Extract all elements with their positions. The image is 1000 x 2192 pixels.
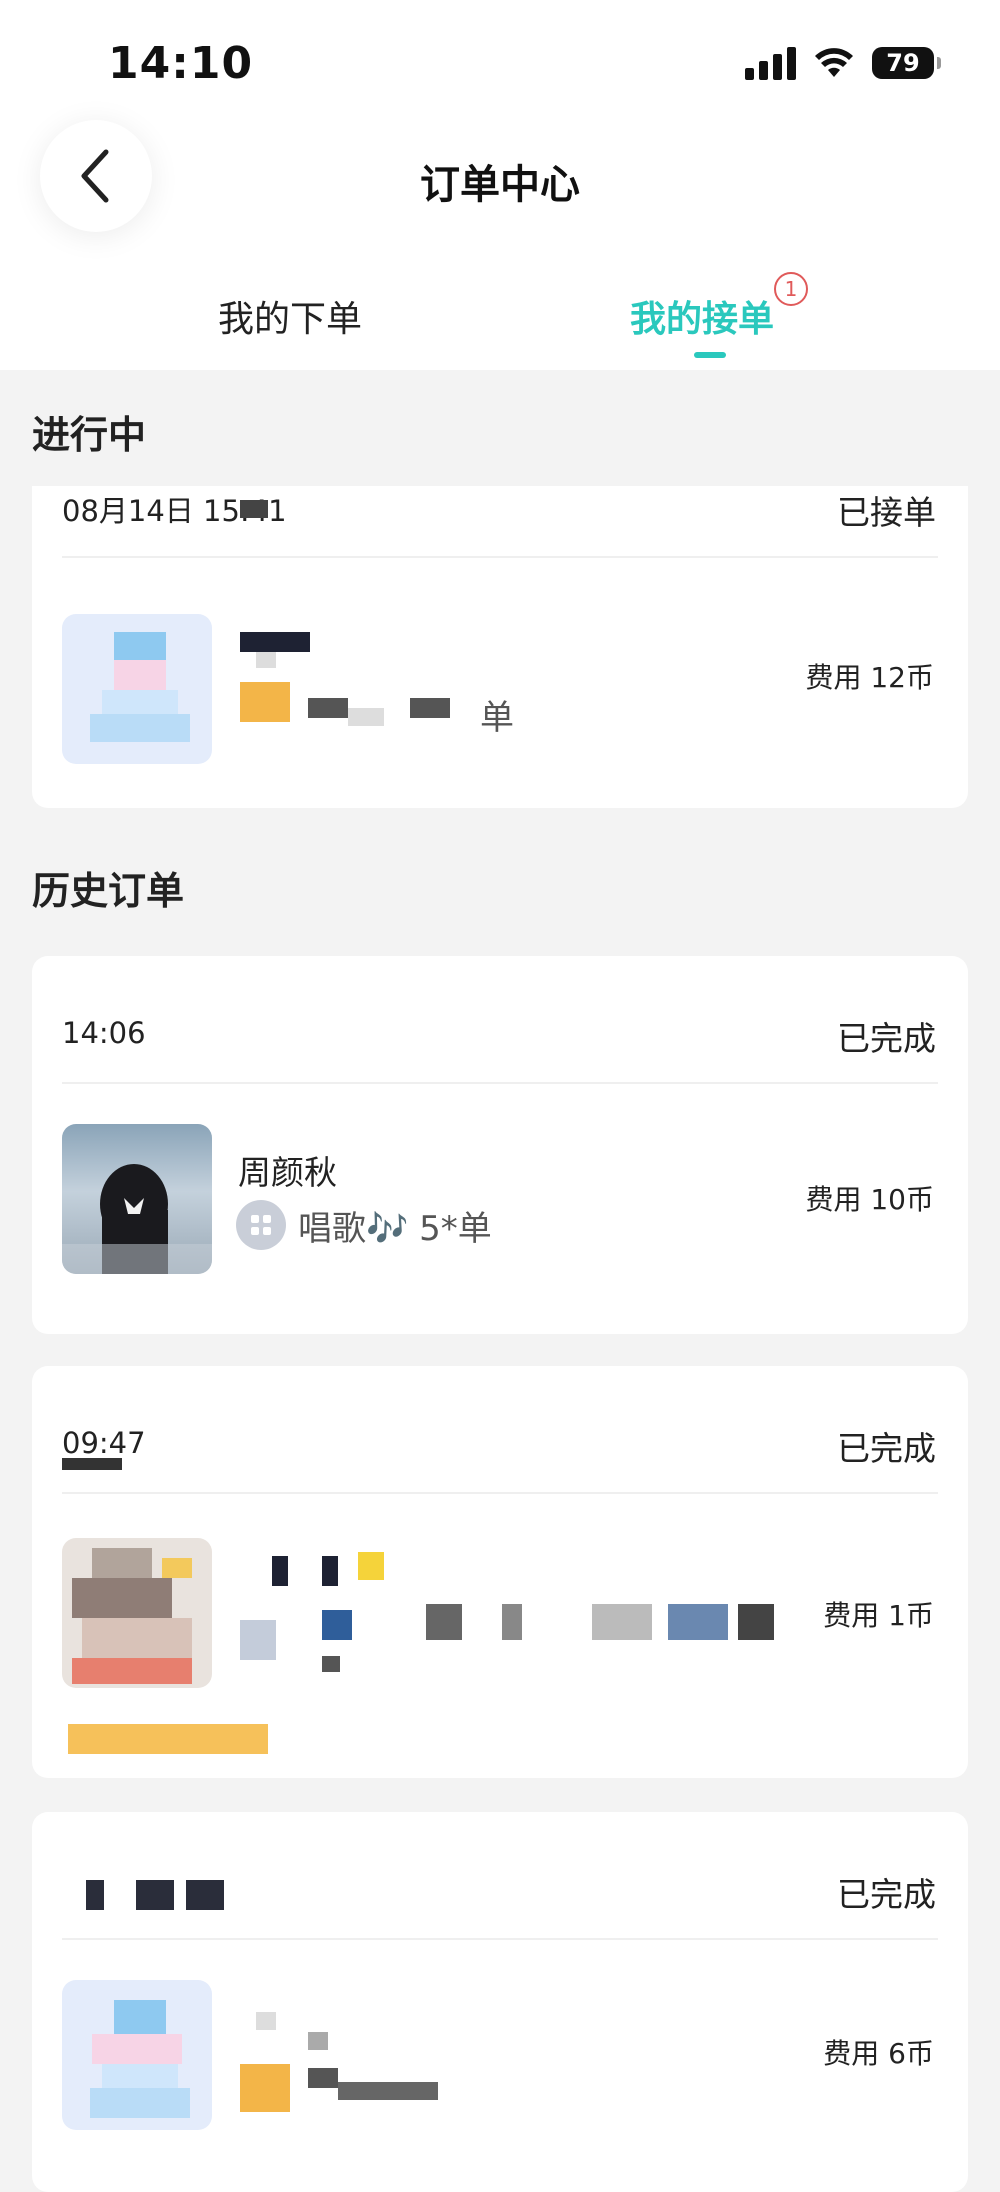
order-time: 14:06 (62, 1016, 146, 1050)
redaction-block (348, 708, 384, 726)
battery-icon: 79 (872, 47, 941, 79)
redaction-block (256, 2012, 276, 2030)
order-card-in-progress[interactable]: 08月14日 15:41 已接单 单 费用 12币 (32, 486, 968, 808)
redaction-block (240, 682, 290, 722)
divider (62, 1492, 938, 1494)
redaction-block (86, 1880, 104, 1910)
signal-icon (745, 46, 796, 80)
order-card-history[interactable]: 09:47 已完成 费用 1币 (32, 1366, 968, 1778)
service-row: 唱歌🎶 5*单 (236, 1200, 492, 1250)
redaction-block (426, 1604, 462, 1640)
redaction-block (338, 2082, 438, 2100)
redaction-block (502, 1604, 522, 1640)
notification-badge: 1 (774, 272, 808, 306)
grid-icon (236, 1200, 286, 1250)
avatar[interactable] (62, 1538, 212, 1688)
service-suffix: 单 (480, 698, 514, 738)
tab-my-accepted[interactable]: 我的接单 (630, 290, 774, 342)
avatar[interactable] (62, 1980, 212, 2130)
redaction-block (68, 1724, 268, 1754)
wifi-icon (815, 48, 853, 77)
order-status: 已完成 (837, 1019, 936, 1058)
redaction-block (186, 1880, 224, 1910)
order-fee: 费用 1币 (823, 1599, 934, 1632)
redaction-block (322, 1610, 352, 1640)
redaction-block (240, 1620, 276, 1660)
order-status: 已完成 (837, 1429, 936, 1468)
order-status: 已接单 (837, 493, 936, 532)
order-fee: 费用 10币 (805, 1183, 934, 1216)
divider (62, 1082, 938, 1084)
redaction-block (410, 698, 450, 718)
redaction-block (358, 1552, 384, 1580)
redaction-block (322, 1656, 340, 1672)
order-card-history[interactable]: 已完成 费用 6币 (32, 1812, 968, 2192)
redaction-block (62, 1458, 122, 1470)
redaction-block (308, 698, 348, 718)
redaction-block (240, 500, 268, 518)
redaction-block (592, 1604, 652, 1640)
redaction-block (136, 1880, 174, 1910)
service-label: 唱歌🎶 5*单 (298, 1208, 492, 1249)
page-title: 订单中心 (420, 162, 580, 208)
redaction-block (240, 632, 310, 652)
order-fee: 费用 6币 (823, 2037, 934, 2070)
order-status: 已完成 (837, 1875, 936, 1914)
redaction-block (322, 1556, 338, 1586)
avatar[interactable] (62, 614, 212, 764)
tab-active-indicator (694, 352, 726, 358)
header-area: 14:10 79 订单中心 我的下单 我的接单 1 (0, 0, 1000, 370)
redaction-block (272, 1556, 288, 1586)
redaction-block (240, 2064, 290, 2112)
redaction-block (308, 2032, 328, 2050)
order-fee: 费用 12币 (805, 661, 934, 694)
redaction-block (308, 2068, 338, 2088)
redaction-block (668, 1604, 728, 1640)
order-time: 09:47 (62, 1426, 146, 1460)
avatar-image (62, 1164, 212, 1274)
status-icons: 79 (745, 46, 941, 80)
section-title-in-progress: 进行中 (32, 413, 147, 457)
divider (62, 556, 938, 558)
tab-my-orders[interactable]: 我的下单 (218, 290, 362, 342)
status-time: 14:10 (108, 38, 254, 89)
section-title-history: 历史订单 (32, 869, 185, 913)
divider (62, 1938, 938, 1940)
redaction-block (256, 652, 276, 668)
avatar[interactable] (62, 1124, 212, 1274)
redaction-block (738, 1604, 774, 1640)
order-card-history[interactable]: 14:06 已完成 周颜秋 唱歌🎶 5*单 费用 10币 (32, 956, 968, 1334)
username: 周颜秋 (238, 1153, 337, 1192)
